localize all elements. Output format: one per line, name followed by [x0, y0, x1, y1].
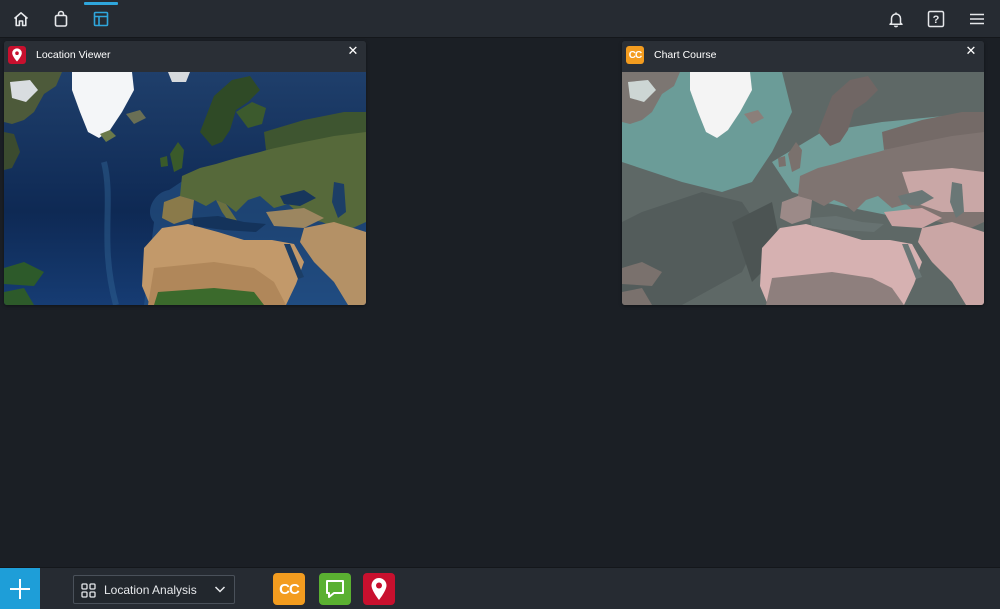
help-icon: ? — [927, 10, 945, 28]
map-pin-icon — [8, 46, 26, 64]
top-toolbar: ? — [0, 0, 1000, 38]
menu-icon — [970, 13, 984, 25]
home-icon — [13, 12, 29, 27]
workspace-label: Location Analysis — [104, 583, 197, 597]
panel-title: Location Viewer — [36, 49, 111, 61]
chart-course-panel: CC Chart Course ✕ — [622, 41, 984, 305]
main-menu-button[interactable] — [960, 0, 994, 38]
add-button[interactable] — [0, 568, 40, 609]
grid-icon — [81, 583, 96, 598]
nautical-chart-map[interactable] — [622, 72, 984, 305]
dock-app-chart-course[interactable]: CC — [273, 573, 305, 605]
panel-title: Chart Course — [654, 49, 717, 61]
bell-icon — [889, 12, 903, 28]
close-icon[interactable]: ✕ — [964, 44, 978, 58]
cc-icon: CC — [279, 580, 300, 598]
notifications-button[interactable] — [879, 0, 913, 38]
dock-app-chat[interactable] — [319, 573, 351, 605]
help-glyph: ? — [933, 14, 940, 26]
store-button[interactable] — [44, 0, 78, 38]
satellite-map[interactable] — [4, 72, 366, 305]
workspace-dropdown[interactable]: Location Analysis — [73, 575, 235, 604]
home-button[interactable] — [4, 0, 38, 38]
location-viewer-panel: Location Viewer ✕ — [4, 41, 366, 305]
chevron-down-icon — [214, 586, 226, 593]
dock-app-location-viewer[interactable] — [363, 573, 395, 605]
chat-icon — [326, 580, 344, 598]
map-pin-icon — [371, 578, 387, 600]
panel-header[interactable]: CC Chart Course ✕ — [622, 41, 984, 72]
layout-icon — [93, 11, 109, 27]
close-icon[interactable]: ✕ — [346, 44, 360, 58]
layout-button[interactable] — [84, 0, 118, 38]
cc-icon: CC — [626, 46, 644, 64]
cc-icon-text: CC — [628, 49, 642, 61]
help-button[interactable]: ? — [919, 0, 953, 38]
bottom-toolbar: Location Analysis CC — [0, 567, 1000, 609]
plus-icon — [10, 579, 30, 599]
shopping-bag-icon — [54, 10, 68, 27]
panel-header[interactable]: Location Viewer ✕ — [4, 41, 366, 72]
